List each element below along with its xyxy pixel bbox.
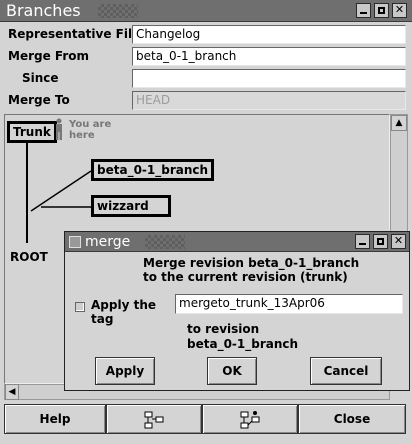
cancel-button[interactable]: Cancel [310, 357, 382, 385]
close-icon[interactable]: ✕ [391, 234, 406, 249]
representative-file-field[interactable]: Changelog [132, 25, 406, 44]
merge-dialog-title: merge [85, 234, 131, 250]
tag-name-field[interactable]: mergeto_trunk_13Apr06 [175, 294, 403, 314]
close-button[interactable]: Close [298, 404, 406, 434]
since-label: Since [22, 71, 59, 85]
merge-message-line2: to the current revision (trunk) [143, 270, 348, 284]
person-icon [56, 118, 62, 140]
minimize-icon[interactable] [355, 234, 370, 249]
merge-to-label: Merge To [8, 93, 70, 107]
to-revision-value: beta_0-1_branch [187, 337, 299, 351]
branch-merge-icon [240, 411, 260, 429]
branch-tree-button[interactable] [106, 404, 202, 434]
help-button[interactable]: Help [4, 404, 106, 434]
since-row: Since [4, 68, 408, 88]
representative-file-row: Representative File Changelog [4, 24, 408, 44]
merge-from-field[interactable]: beta_0-1_branch [132, 47, 406, 66]
apply-button[interactable]: Apply [95, 357, 155, 385]
merge-message-line1: Merge revision beta_0-1_branch [143, 256, 360, 270]
scroll-left-icon[interactable]: ◀ [5, 384, 19, 400]
to-revision-label: to revision [187, 322, 260, 336]
merge-dialog: merge ✕ Merge revision beta_0-1_branch t… [64, 231, 410, 391]
trunk-node[interactable]: Trunk [7, 121, 57, 143]
representative-file-label: Representative File [8, 27, 141, 41]
since-field[interactable] [132, 69, 406, 88]
window-title: Branches [6, 1, 81, 20]
root-node[interactable]: ROOT [7, 249, 51, 265]
scroll-up-icon[interactable]: ▲ [391, 115, 407, 131]
bottom-button-bar: Help Close [4, 404, 408, 438]
ok-button[interactable]: OK [207, 357, 257, 385]
branch-merge-button[interactable] [202, 404, 298, 434]
merge-from-label: Merge From [8, 49, 89, 63]
apply-tag-label: Apply the tag [91, 298, 156, 326]
maximize-icon[interactable] [373, 234, 388, 249]
branch-tree-icon [144, 411, 164, 429]
dialog-app-icon [69, 236, 81, 248]
window-titlebar[interactable]: Branches ✕ [0, 0, 412, 22]
merge-to-row: Merge To HEAD [4, 90, 408, 110]
apply-tag-checkbox[interactable] [75, 302, 85, 312]
merge-to-field: HEAD [132, 91, 406, 110]
wizzard-branch-node[interactable]: wizzard [91, 195, 171, 217]
merge-from-row: Merge From beta_0-1_branch [4, 46, 408, 66]
close-icon[interactable]: ✕ [392, 3, 407, 18]
titlebar-pattern-icon [98, 4, 138, 18]
maximize-icon[interactable] [374, 3, 389, 18]
minimize-icon[interactable] [356, 3, 371, 18]
merge-dialog-titlebar[interactable]: merge ✕ [65, 232, 409, 252]
titlebar-pattern-icon [145, 235, 185, 249]
beta-branch-node[interactable]: beta_0-1_branch [91, 159, 215, 181]
you-are-here-label: You are here [69, 119, 112, 141]
